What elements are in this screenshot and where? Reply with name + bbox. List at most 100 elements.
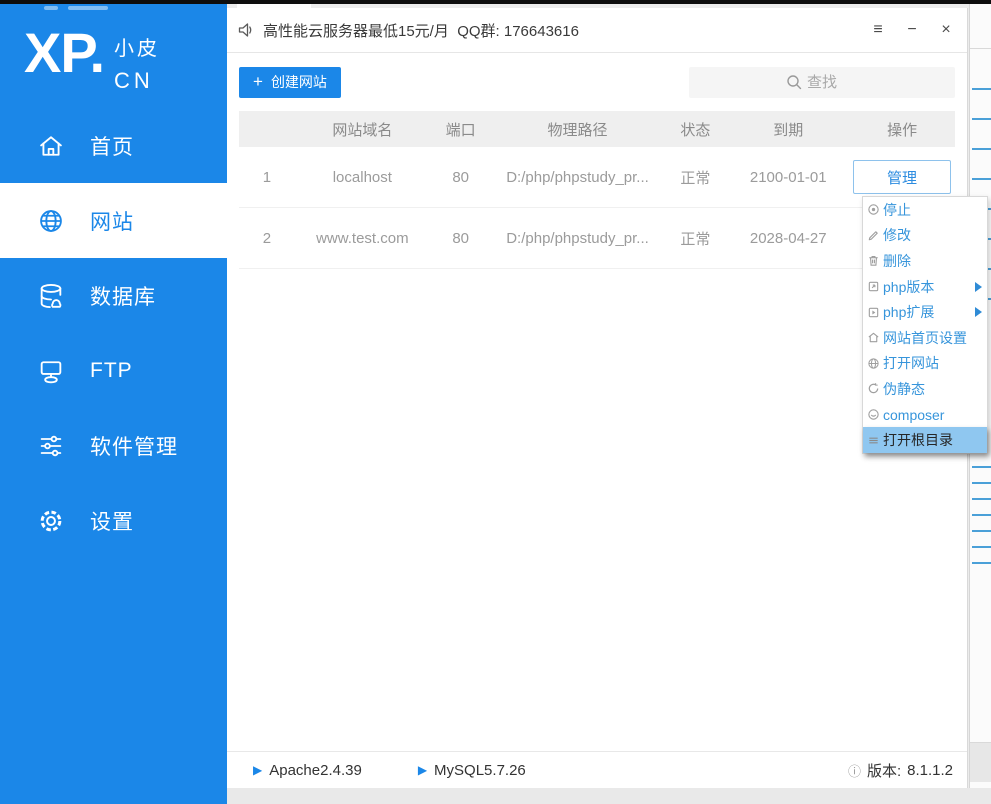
row-index: 2 bbox=[262, 229, 272, 247]
plus-icon: + bbox=[253, 72, 263, 91]
header-expire: 到期 bbox=[773, 121, 804, 139]
sidebar-item-label: 网站 bbox=[90, 210, 134, 234]
open-site-icon bbox=[867, 356, 881, 370]
database-icon bbox=[36, 281, 66, 311]
background-bottom-strip bbox=[227, 788, 991, 804]
row-port: 80 bbox=[452, 168, 470, 186]
home-icon bbox=[36, 131, 66, 161]
php-version-icon bbox=[867, 280, 881, 294]
close-icon[interactable]: × bbox=[937, 21, 955, 39]
table-header-row: 网站域名 端口 物理路径 状态 到期 操作 bbox=[239, 111, 955, 147]
play-icon: ▶ bbox=[253, 763, 263, 777]
create-website-button[interactable]: + 创建网站 bbox=[239, 66, 341, 98]
menu-item-label: 删除 bbox=[883, 252, 911, 269]
menu-item-php-extension[interactable]: php扩展 bbox=[863, 299, 987, 325]
background-block bbox=[970, 742, 991, 782]
create-website-label: 创建网站 bbox=[270, 74, 327, 90]
manage-button[interactable]: 管理 bbox=[853, 160, 952, 194]
sidebar-item-label: FTP bbox=[90, 358, 133, 382]
menu-item-label: php版本 bbox=[883, 278, 935, 295]
delete-icon bbox=[867, 254, 881, 268]
menu-item-open-site[interactable]: 打开网站 bbox=[863, 351, 987, 377]
background-divider bbox=[970, 48, 991, 49]
edit-icon bbox=[867, 228, 881, 242]
sidebar-item-label: 首页 bbox=[90, 135, 134, 159]
header-path: 物理路径 bbox=[547, 121, 608, 139]
submenu-arrow-icon bbox=[975, 307, 982, 318]
sidebar-item-ftp[interactable]: FTP bbox=[0, 333, 227, 408]
row-status: 正常 bbox=[680, 230, 711, 248]
sidebar-item-website[interactable]: 网站 bbox=[0, 183, 227, 258]
globe-icon bbox=[36, 206, 66, 236]
service-name: MySQL5.7.26 bbox=[434, 761, 526, 779]
php-extension-icon bbox=[867, 305, 881, 319]
sidebar-item-software[interactable]: 软件管理 bbox=[0, 408, 227, 483]
ftp-icon bbox=[36, 356, 66, 386]
menu-item-composer[interactable]: composer bbox=[863, 402, 987, 428]
row-expire: 2028-04-27 bbox=[749, 229, 827, 247]
sidebar-item-database[interactable]: 数据库 bbox=[0, 258, 227, 333]
menu-item-rewrite[interactable]: 伪静态 bbox=[863, 376, 987, 402]
main-window: 高性能云服务器最低15元/月 QQ群: 176643616 ≡ − × + 创建… bbox=[227, 8, 968, 788]
menu-item-edit[interactable]: 修改 bbox=[863, 223, 987, 249]
menu-item-stop[interactable]: 停止 bbox=[863, 197, 987, 223]
gear-icon bbox=[36, 506, 66, 536]
speaker-icon bbox=[237, 20, 255, 40]
service-mysql[interactable]: ▶ MySQL5.7.26 bbox=[418, 762, 526, 779]
menu-item-label: 打开网站 bbox=[883, 355, 939, 372]
table-row: 1 localhost 80 D:/php/phpstudy_pr... 正常 … bbox=[239, 147, 955, 208]
header-domain: 网站域名 bbox=[332, 121, 393, 139]
row-port: 80 bbox=[452, 229, 470, 247]
artifact-dash bbox=[68, 6, 108, 10]
rewrite-icon bbox=[867, 382, 881, 396]
table-row: 2 www.test.com 80 D:/php/phpstudy_pr... … bbox=[239, 208, 955, 269]
sidebar-item-home[interactable]: 首页 bbox=[0, 108, 227, 183]
background-lines bbox=[972, 452, 991, 564]
sidebar-nav: 首页 网站 数据库 FTP 软件管理 设置 bbox=[0, 108, 227, 558]
sidebar: XP. 小皮 CN 首页 网站 数据库 FTP 软件管理 设置 bbox=[0, 4, 227, 804]
artifact-dash bbox=[44, 6, 58, 10]
service-name: Apache2.4.39 bbox=[269, 761, 362, 779]
row-path: D:/php/phpstudy_pr... bbox=[506, 229, 649, 247]
version-area: ⓘ 版本: 8.1.1.2 bbox=[848, 760, 953, 781]
service-apache[interactable]: ▶ Apache2.4.39 bbox=[253, 762, 362, 779]
minimize-icon[interactable]: − bbox=[903, 21, 921, 39]
row-path: D:/php/phpstudy_pr... bbox=[506, 168, 649, 186]
menu-item-delete[interactable]: 删除 bbox=[863, 248, 987, 274]
version-label: 版本: bbox=[866, 762, 902, 780]
menu-item-label: 网站首页设置 bbox=[883, 329, 967, 346]
announcement-text[interactable]: 高性能云服务器最低15元/月 QQ群: 176643616 bbox=[263, 20, 579, 41]
stop-icon bbox=[867, 203, 881, 217]
search-box[interactable] bbox=[689, 66, 955, 98]
website-table: 网站域名 端口 物理路径 状态 到期 操作 1 localhost 80 D:/… bbox=[239, 111, 955, 751]
window-menu-icon[interactable]: ≡ bbox=[869, 21, 887, 39]
brand-logo: XP. 小皮 CN bbox=[0, 4, 227, 94]
row-domain: localhost bbox=[332, 168, 392, 186]
menu-item-label: 修改 bbox=[883, 227, 911, 244]
info-icon: ⓘ bbox=[847, 763, 861, 779]
titlebar: 高性能云服务器最低15元/月 QQ群: 176643616 ≡ − × bbox=[227, 8, 967, 53]
sidebar-item-label: 数据库 bbox=[90, 285, 156, 309]
row-action-menu: 停止 修改 删除 php版本 php扩展 网站首页设置 打开网站 伪静态 com… bbox=[862, 196, 988, 454]
menu-item-homepage-settings[interactable]: 网站首页设置 bbox=[863, 325, 987, 351]
search-input[interactable] bbox=[689, 66, 955, 98]
logo-subtitle: CN bbox=[114, 68, 154, 93]
version-value: 8.1.1.2 bbox=[907, 761, 953, 779]
homepage-icon bbox=[867, 331, 881, 345]
logo-text: XP. bbox=[24, 21, 105, 84]
menu-item-label: 打开根目录 bbox=[883, 432, 953, 449]
row-expire: 2100-01-01 bbox=[749, 168, 827, 186]
sidebar-item-label: 软件管理 bbox=[90, 435, 178, 459]
menu-item-php-version[interactable]: php版本 bbox=[863, 274, 987, 300]
menu-item-open-root-dir[interactable]: 打开根目录 bbox=[863, 427, 987, 453]
row-status: 正常 bbox=[680, 169, 711, 187]
menu-item-label: 停止 bbox=[883, 201, 911, 218]
composer-icon bbox=[867, 408, 881, 422]
menu-item-label: php扩展 bbox=[883, 304, 935, 321]
sidebar-item-settings[interactable]: 设置 bbox=[0, 483, 227, 558]
logo-subtitle: 小皮 bbox=[114, 38, 161, 60]
sliders-icon bbox=[36, 431, 66, 461]
open-root-icon bbox=[867, 433, 881, 447]
header-status: 状态 bbox=[680, 121, 711, 139]
sidebar-item-label: 设置 bbox=[90, 510, 134, 534]
